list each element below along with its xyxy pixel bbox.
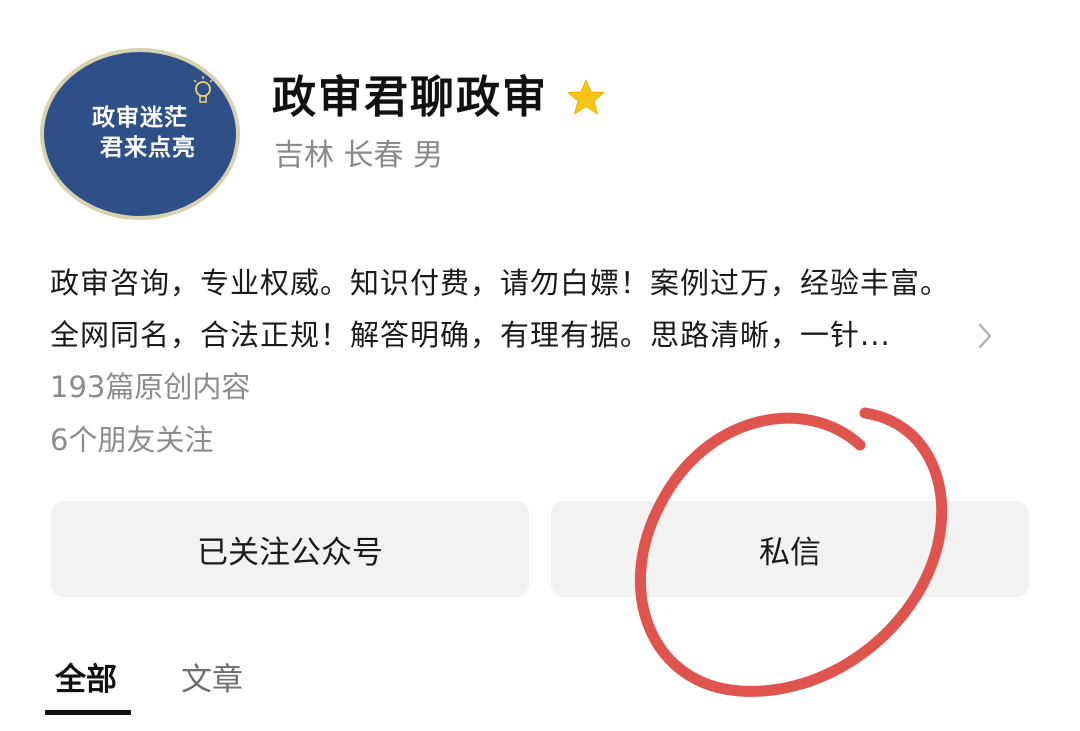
private-message-button[interactable]: 私信 (551, 501, 1029, 597)
account-name: 政审君聊政审 (272, 72, 548, 123)
description-line1[interactable]: 政审咨询，专业权威。知识付费，请勿白嫖！案例过万，经验丰富。 (50, 263, 950, 303)
chevron-right-icon[interactable] (976, 322, 994, 350)
location-gender: 吉林 长春 男 (274, 138, 444, 173)
followed-button[interactable]: 已关注公众号 (51, 501, 529, 597)
avatar-text-line2: 君来点亮 (100, 134, 196, 161)
tab-all[interactable]: 全部 (55, 658, 117, 702)
description-line2[interactable]: 全网同名，合法正规！解答明确，有理有据。思路清晰，一针... (50, 315, 891, 355)
active-tab-indicator (45, 710, 131, 715)
star-icon (567, 79, 605, 115)
tab-articles[interactable]: 文章 (181, 658, 243, 702)
friends-following[interactable]: 6个朋友关注 (50, 420, 213, 460)
original-content-count[interactable]: 193篇原创内容 (50, 367, 250, 407)
avatar[interactable]: 政审迷茫 君来点亮 (40, 48, 240, 220)
avatar-text-line1: 政审迷茫 (92, 104, 188, 131)
